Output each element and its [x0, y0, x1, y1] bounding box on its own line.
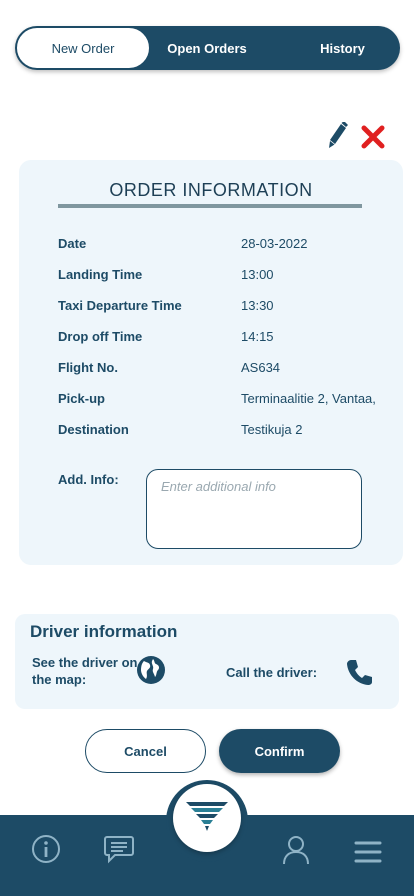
driver-title: Driver information: [30, 622, 178, 641]
driver-information-card: Driver information See the driver on the…: [15, 614, 399, 709]
date-label: Date: [58, 236, 87, 251]
drop-off-label: Drop off Time: [58, 329, 143, 344]
menu-icon[interactable]: [354, 840, 382, 864]
phone-icon[interactable]: [345, 657, 375, 687]
taxi-departure-label: Taxi Departure Time: [58, 298, 182, 313]
add-info-input[interactable]: [146, 469, 362, 549]
flight-no-label: Flight No.: [58, 360, 118, 375]
landing-time-value: 13:00: [241, 267, 274, 282]
date-value: 28-03-2022: [241, 236, 308, 251]
destination-label: Destination: [58, 422, 129, 437]
call-driver-label: Call the driver:: [226, 665, 318, 680]
flight-no-value: AS634: [241, 360, 281, 375]
add-info-label: Add. Info:: [58, 472, 119, 487]
order-information-card: ORDER INFORMATION Date 28-03-2022 Landin…: [19, 160, 403, 565]
tab-history[interactable]: History: [290, 26, 395, 70]
pick-up-label: Pick-up: [58, 391, 105, 406]
title-divider: [58, 204, 362, 208]
destination-value: Testikuja 2: [241, 422, 303, 437]
tab-open-orders[interactable]: Open Orders: [150, 26, 264, 70]
landing-time-label: Landing Time: [58, 267, 143, 282]
tab-new-order[interactable]: New Order: [16, 27, 150, 69]
taxi-departure-value: 13:30: [241, 298, 274, 313]
order-title: ORDER INFORMATION: [109, 180, 313, 200]
chat-icon[interactable]: [103, 834, 135, 864]
close-icon[interactable]: [360, 124, 386, 150]
drop-off-value: 14:15: [241, 329, 274, 344]
pick-up-value: Terminaalitie 2, Vantaa,: [241, 391, 376, 406]
profile-icon[interactable]: [281, 834, 311, 866]
info-icon[interactable]: [31, 834, 61, 864]
driver-map-label: See the driver on the map:: [32, 655, 138, 687]
globe-icon[interactable]: [136, 655, 166, 685]
logo-icon: [186, 802, 228, 831]
cancel-button[interactable]: Cancel: [85, 729, 206, 773]
pencil-icon[interactable]: [325, 122, 349, 150]
confirm-button[interactable]: Confirm: [219, 729, 340, 773]
order-tabs: New Order Open Orders History: [15, 26, 400, 70]
